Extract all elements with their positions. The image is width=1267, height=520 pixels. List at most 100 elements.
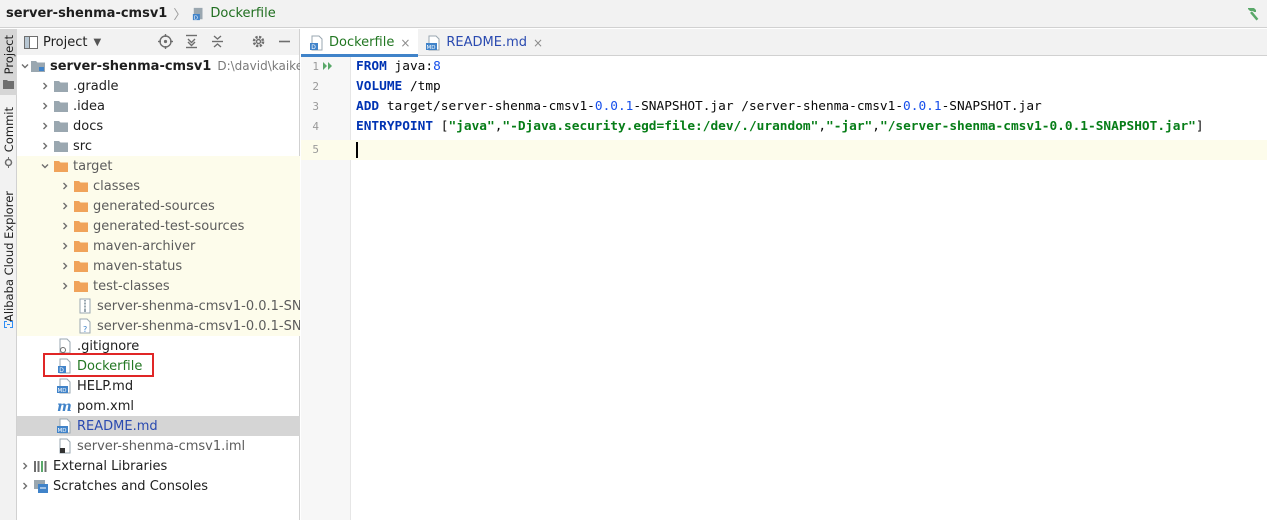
chevron-down-icon[interactable] xyxy=(37,156,53,176)
tree-item-help-md[interactable]: MD HELP.md xyxy=(17,376,300,396)
chevron-down-icon[interactable] xyxy=(20,56,30,76)
dockerfile-icon: D xyxy=(310,35,323,51)
line-number: 4 xyxy=(312,120,319,133)
minimize-icon[interactable] xyxy=(276,33,293,50)
tab-dockerfile[interactable]: D Dockerfile × xyxy=(301,29,419,57)
string-literal: "/server-shenma-cmsv1-0.0.1-SNAPSHOT.jar… xyxy=(879,119,1196,134)
chevron-right-icon[interactable] xyxy=(57,176,73,196)
chevron-right-icon[interactable] xyxy=(57,256,73,276)
code-text: java: xyxy=(386,59,434,74)
breadcrumb-file[interactable]: Dockerfile xyxy=(210,6,275,21)
tree-item-label: maven-status xyxy=(93,258,183,274)
code-editor[interactable]: FROM java:8 VOLUME /tmp ADD target/serve… xyxy=(351,57,1267,520)
tree-item-pom[interactable]: m pom.xml xyxy=(17,396,300,416)
tab-readme[interactable]: MD README.md × xyxy=(418,29,551,56)
svg-text:?: ? xyxy=(83,325,87,334)
tree-item-label: generated-test-sources xyxy=(93,218,245,234)
code-text: ] xyxy=(1195,119,1204,134)
collapse-all-icon[interactable] xyxy=(209,33,226,50)
scratches-icon xyxy=(34,480,48,493)
tree-item-label: .idea xyxy=(73,98,105,114)
tree-item-jar[interactable]: server-shenma-cmsv1-0.0.1-SNAPSHOT.jar xyxy=(17,296,300,316)
tree-item-scratches[interactable]: Scratches and Consoles xyxy=(17,476,300,496)
tree-item-label: External Libraries xyxy=(53,458,168,474)
tree-item-label: pom.xml xyxy=(77,398,134,414)
hammer-icon[interactable] xyxy=(1245,4,1263,22)
folder-icon xyxy=(3,80,14,89)
tree-root-row[interactable]: server-shenma-cmsv1 D:\david\kaikeba\ xyxy=(17,56,300,76)
tree-item-target[interactable]: target xyxy=(17,156,300,176)
svg-text:MD: MD xyxy=(427,45,436,51)
excluded-folder-icon xyxy=(74,241,88,252)
tree-item-dockerfile[interactable]: D Dockerfile xyxy=(17,356,300,376)
tree-item-maven-archiver[interactable]: maven-archiver xyxy=(17,236,300,256)
chevron-right-icon[interactable] xyxy=(37,136,53,156)
tree-item-test-classes[interactable]: test-classes xyxy=(17,276,300,296)
folder-icon xyxy=(54,101,68,112)
alibaba-cloud-tool-label: Alibaba Cloud Explorer xyxy=(2,191,16,322)
tree-item-label: server-shenma-cmsv1-0.0.1-SNAPSHOT.jar xyxy=(97,298,300,314)
dockerfile-icon: D xyxy=(58,358,71,374)
tree-item-generated-test-sources[interactable]: generated-test-sources xyxy=(17,216,300,236)
close-icon[interactable]: × xyxy=(400,36,410,50)
tree-item-external-libraries[interactable]: External Libraries xyxy=(17,456,300,476)
string-literal: "-Djava.security.egd=file:/dev/./urandom… xyxy=(502,119,819,134)
keyword: VOLUME xyxy=(356,79,403,94)
tree-item-classes[interactable]: classes xyxy=(17,176,300,196)
chevron-right-icon[interactable] xyxy=(17,476,33,496)
chevron-right-icon[interactable] xyxy=(37,76,53,96)
chevron-right-icon[interactable] xyxy=(57,276,73,296)
tree-item-label: server-shenma-cmsv1-0.0.1-SNAPSHOT.jar.o… xyxy=(97,318,300,334)
tree-item-readme-md[interactable]: MD README.md xyxy=(17,416,300,436)
tree-item-docs[interactable]: docs xyxy=(17,116,300,136)
markdown-file-icon: MD xyxy=(57,418,71,434)
gear-icon[interactable] xyxy=(250,33,267,50)
tree-item-gitignore[interactable]: .gitignore xyxy=(17,336,300,356)
code-text: -SNAPSHOT.jar /server-shenma-cmsv1- xyxy=(633,99,904,114)
editor-gutter: 1 2 3 4 5 xyxy=(301,57,351,520)
tree-item-maven-status[interactable]: maven-status xyxy=(17,256,300,276)
close-icon[interactable]: × xyxy=(533,36,543,50)
expand-all-icon[interactable] xyxy=(183,33,200,50)
project-tool-label: Project xyxy=(2,35,16,75)
svg-text:m: m xyxy=(57,399,72,414)
tree-item-generated-sources[interactable]: generated-sources xyxy=(17,196,300,216)
tree-item-src[interactable]: src xyxy=(17,136,300,156)
alibaba-cloud-tool-button[interactable]: Alibaba Cloud Explorer xyxy=(0,189,17,335)
tree-item-jar-original[interactable]: ? server-shenma-cmsv1-0.0.1-SNAPSHOT.jar… xyxy=(17,316,300,336)
svg-text:D: D xyxy=(59,367,64,374)
keyword: ADD xyxy=(356,99,380,114)
tree-item-iml[interactable]: server-shenma-cmsv1.iml xyxy=(17,436,300,456)
maven-file-icon: m xyxy=(57,399,72,414)
chevron-right-icon[interactable] xyxy=(37,116,53,136)
commit-tool-button[interactable]: Commit xyxy=(0,107,17,169)
tree-item-label: classes xyxy=(93,178,141,194)
number-literal: 0.0.1 xyxy=(903,99,942,114)
alibaba-cloud-icon xyxy=(4,321,13,328)
breadcrumb-project[interactable]: server-shenma-cmsv1 xyxy=(6,6,167,21)
folder-icon xyxy=(54,121,68,132)
tree-item-gradle[interactable]: .gradle xyxy=(17,76,300,96)
tree-item-idea[interactable]: .idea xyxy=(17,96,300,116)
ignore-file-icon xyxy=(59,338,71,354)
chevron-right-icon[interactable] xyxy=(17,456,33,476)
chevron-right-icon[interactable] xyxy=(57,216,73,236)
chevron-right-icon[interactable] xyxy=(57,196,73,216)
chevron-right-icon[interactable] xyxy=(57,236,73,256)
unknown-file-icon: ? xyxy=(79,318,91,334)
tree-item-label: target xyxy=(73,158,113,174)
header-divider xyxy=(235,33,241,50)
code-line-2: VOLUME /tmp xyxy=(351,77,1267,97)
chevron-down-icon[interactable]: ▼ xyxy=(93,37,101,48)
editor-tabs: D Dockerfile × MD README.md × xyxy=(301,29,1267,57)
code-text: [ xyxy=(433,119,449,134)
tree-item-label: HELP.md xyxy=(77,378,134,394)
project-view-selector[interactable]: Project xyxy=(43,35,87,50)
tree-item-label: Dockerfile xyxy=(77,358,143,374)
chevron-right-icon[interactable] xyxy=(37,96,53,116)
excluded-folder-icon xyxy=(74,261,88,272)
run-icon[interactable] xyxy=(322,60,334,72)
library-icon xyxy=(34,461,47,472)
target-icon[interactable] xyxy=(157,33,174,50)
project-tool-button[interactable]: Project xyxy=(0,29,17,95)
